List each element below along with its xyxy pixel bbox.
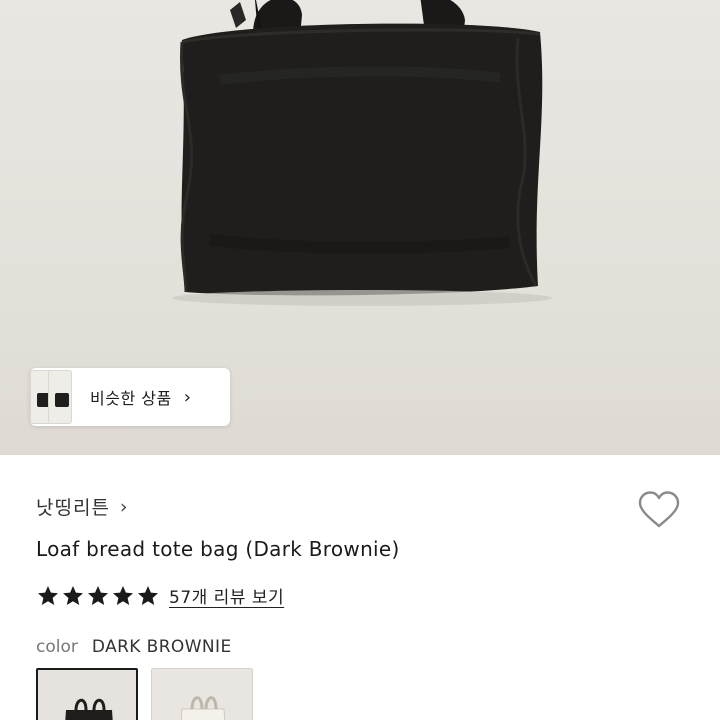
rating-row: 57개 리뷰 보기 [36, 583, 284, 608]
color-label: color [36, 637, 78, 657]
similar-products-thumbnails [30, 368, 80, 426]
color-value: DARK BROWNIE [91, 637, 232, 657]
similar-products-button[interactable]: 비슷한 상품 › [30, 368, 230, 426]
star-icon [88, 585, 108, 605]
similar-thumbnail [48, 370, 72, 424]
color-swatch-dark-brownie[interactable] [36, 668, 138, 720]
color-option-row: color DARK BROWNIE [36, 637, 232, 657]
chevron-right-icon: › [119, 495, 128, 518]
reviews-link[interactable]: 57개 리뷰 보기 [169, 583, 284, 608]
similar-products-label: 비슷한 상품 [90, 389, 172, 408]
dark-bag-thumbnail [65, 698, 113, 720]
brand-name: 낫띵리튼 [36, 497, 110, 519]
star-icon [38, 585, 58, 605]
rating-stars [36, 584, 161, 608]
heart-outline-icon [638, 491, 680, 528]
ivory-bag-thumbnail [180, 696, 226, 720]
product-title: Loaf bread tote bag (Dark Brownie) [36, 537, 400, 561]
star-icon [113, 585, 133, 605]
wishlist-button[interactable] [637, 490, 681, 530]
star-icon [63, 585, 83, 605]
chevron-right-icon: › [183, 386, 191, 408]
product-hero-image[interactable]: 비슷한 상품 › [0, 0, 720, 455]
star-icon [138, 585, 158, 605]
color-swatch-ivory[interactable] [151, 668, 253, 720]
brand-link[interactable]: 낫띵리튼 › [36, 493, 128, 520]
